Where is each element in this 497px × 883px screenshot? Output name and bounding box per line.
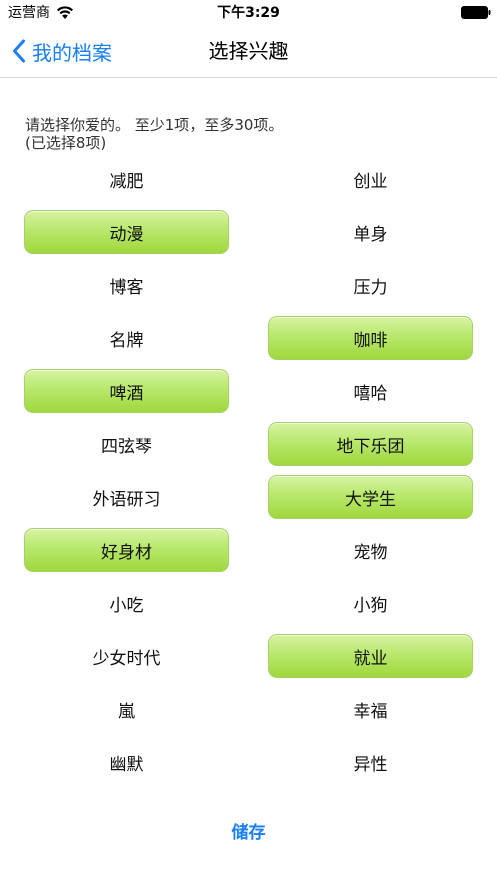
interest-label: 少女时代	[92, 649, 161, 669]
interest-option[interactable]: 压力	[268, 259, 473, 312]
instruction-text: 请选择你爱的。 至少1项，至多30项。 (已选择8项)	[25, 116, 283, 152]
instruction-line-count: (已选择8项)	[25, 134, 107, 152]
interest-option[interactable]: 大学生	[268, 471, 473, 524]
interest-label: 创业	[353, 172, 388, 192]
interest-grid: 减肥 创业动漫 单身博客 压力名牌 咖啡啤酒 嘻哈四弦琴 地下乐团外语研习 大学生好身材 宠物小…	[24, 153, 473, 789]
interest-option[interactable]: 创业	[268, 153, 473, 206]
interest-option[interactable]: 咖啡	[268, 312, 473, 365]
interest-label: 动漫	[109, 225, 144, 245]
interest-label: 幸福	[353, 702, 388, 722]
instruction-line-rule: 请选择你爱的。 至少1项，至多30项。	[25, 116, 284, 134]
interest-option[interactable]: 宠物	[268, 524, 473, 577]
interest-option[interactable]: 少女时代	[24, 630, 229, 683]
page-title: 选择兴趣	[208, 39, 289, 63]
status-time: 下午3:29	[217, 5, 280, 21]
interest-label: 博客	[109, 278, 144, 298]
interest-option[interactable]: 外语研习	[24, 471, 229, 524]
interest-label: 减肥	[109, 172, 144, 192]
interest-label: 小吃	[109, 596, 144, 616]
interest-label: 单身	[353, 225, 388, 245]
battery-icon	[461, 6, 491, 19]
interest-option[interactable]: 单身	[268, 206, 473, 259]
interest-option[interactable]: 幸福	[268, 683, 473, 736]
interest-option[interactable]: 嘻哈	[268, 365, 473, 418]
interest-option[interactable]: 小吃	[24, 577, 229, 630]
interest-label: 四弦琴	[101, 437, 152, 457]
interest-label: 啤酒	[109, 384, 144, 404]
interest-label: 大学生	[345, 490, 396, 510]
interest-label: 嘻哈	[353, 384, 388, 404]
interest-option[interactable]: 地下乐团	[268, 418, 473, 471]
interest-label: 名牌	[109, 331, 144, 351]
save-button[interactable]: 储存	[0, 818, 497, 843]
interest-option[interactable]: 名牌	[24, 312, 229, 365]
interest-option[interactable]: 异性	[268, 736, 473, 789]
interest-option[interactable]: 减肥	[24, 153, 229, 206]
interest-label: 外语研习	[92, 490, 161, 510]
interest-option[interactable]: 啤酒	[24, 365, 229, 418]
interest-option[interactable]: 动漫	[24, 206, 229, 259]
interest-label: 幽默	[109, 755, 144, 775]
interest-option[interactable]: 好身材	[24, 524, 229, 577]
interest-label: 异性	[353, 755, 388, 775]
interest-option[interactable]: 嵐	[24, 683, 229, 736]
interest-label: 咖啡	[353, 331, 388, 351]
interest-label: 压力	[353, 278, 388, 298]
interest-label: 好身材	[101, 543, 152, 563]
interest-option[interactable]: 四弦琴	[24, 418, 229, 471]
interest-option[interactable]: 小狗	[268, 577, 473, 630]
interest-option[interactable]: 博客	[24, 259, 229, 312]
interest-label: 宠物	[353, 543, 388, 563]
status-bar: 运营商 下午3:29	[0, 0, 497, 28]
screen: 运营商 下午3:29 我的档案 选择兴趣 请选择你爱的。 至少1项，至多30项。…	[0, 0, 497, 883]
interest-label: 嵐	[118, 702, 135, 722]
interest-option[interactable]: 就业	[268, 630, 473, 683]
interest-option[interactable]: 幽默	[24, 736, 229, 789]
interest-label: 地下乐团	[336, 437, 405, 457]
interest-label: 小狗	[353, 596, 388, 616]
navigation-bar: 我的档案 选择兴趣	[0, 28, 497, 78]
interest-label: 就业	[353, 649, 388, 669]
